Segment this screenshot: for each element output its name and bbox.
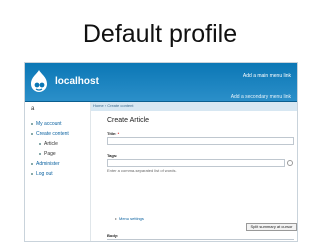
sidebar-item-create-content[interactable]: Create content	[31, 129, 91, 139]
main-content: Home › Create content Create Article Tit…	[90, 102, 297, 241]
navigation-menu: My account Create content Article Page A…	[31, 119, 91, 179]
required-marker: *	[117, 131, 120, 136]
sidebar-item-article[interactable]: Article	[31, 139, 91, 149]
title-label: Title: *	[107, 131, 119, 136]
bullet-icon	[31, 162, 33, 165]
tags-input[interactable]	[107, 159, 285, 167]
bullet-icon	[39, 142, 41, 145]
chevron-right-icon: ▸	[115, 216, 118, 221]
slide-title: Default profile	[82, 20, 238, 48]
title-input[interactable]	[107, 137, 294, 145]
sidebar-item-label: Page	[44, 151, 56, 157]
title-label-text: Title:	[107, 131, 117, 136]
sidebar-item-label: Article	[44, 141, 58, 147]
sidebar-item-label: Create content	[36, 131, 69, 137]
page-title: Create Article	[107, 117, 150, 124]
menu-settings-toggle[interactable]: Menu settings	[119, 216, 144, 221]
tags-help-text: Enter a comma-separated list of words.	[107, 168, 177, 173]
bullet-icon	[31, 132, 33, 135]
sidebar-item-administer[interactable]: Administer	[31, 159, 91, 169]
sidebar-item-label: Log out	[36, 171, 53, 177]
body-label: Body:	[107, 233, 119, 238]
browser-screenshot: localhost Add a main menu link Add a sec…	[24, 62, 298, 242]
sidebar-block-title: a	[31, 106, 35, 112]
bullet-icon	[39, 152, 41, 155]
breadcrumb[interactable]: Home › Create content	[93, 103, 133, 108]
autocomplete-throbber-icon	[287, 160, 293, 166]
sidebar-item-page[interactable]: Page	[31, 149, 91, 159]
site-name[interactable]: localhost	[55, 76, 99, 87]
split-summary-button[interactable]: Split summary at cursor	[246, 223, 297, 231]
bullet-icon	[31, 172, 33, 175]
add-secondary-menu-link[interactable]: Add a secondary menu link	[231, 94, 291, 100]
tags-label: Tags:	[107, 153, 118, 158]
sidebar-item-log-out[interactable]: Log out	[31, 169, 91, 179]
site-header: localhost Add a main menu link Add a sec…	[25, 63, 297, 101]
sidebar-item-label: My account	[36, 121, 62, 127]
bullet-icon	[31, 122, 33, 125]
sidebar-item-my-account[interactable]: My account	[31, 119, 91, 129]
sidebar-item-label: Administer	[36, 161, 60, 167]
drupal-logo-icon[interactable]	[29, 69, 49, 95]
add-main-menu-link[interactable]: Add a main menu link	[243, 73, 291, 79]
